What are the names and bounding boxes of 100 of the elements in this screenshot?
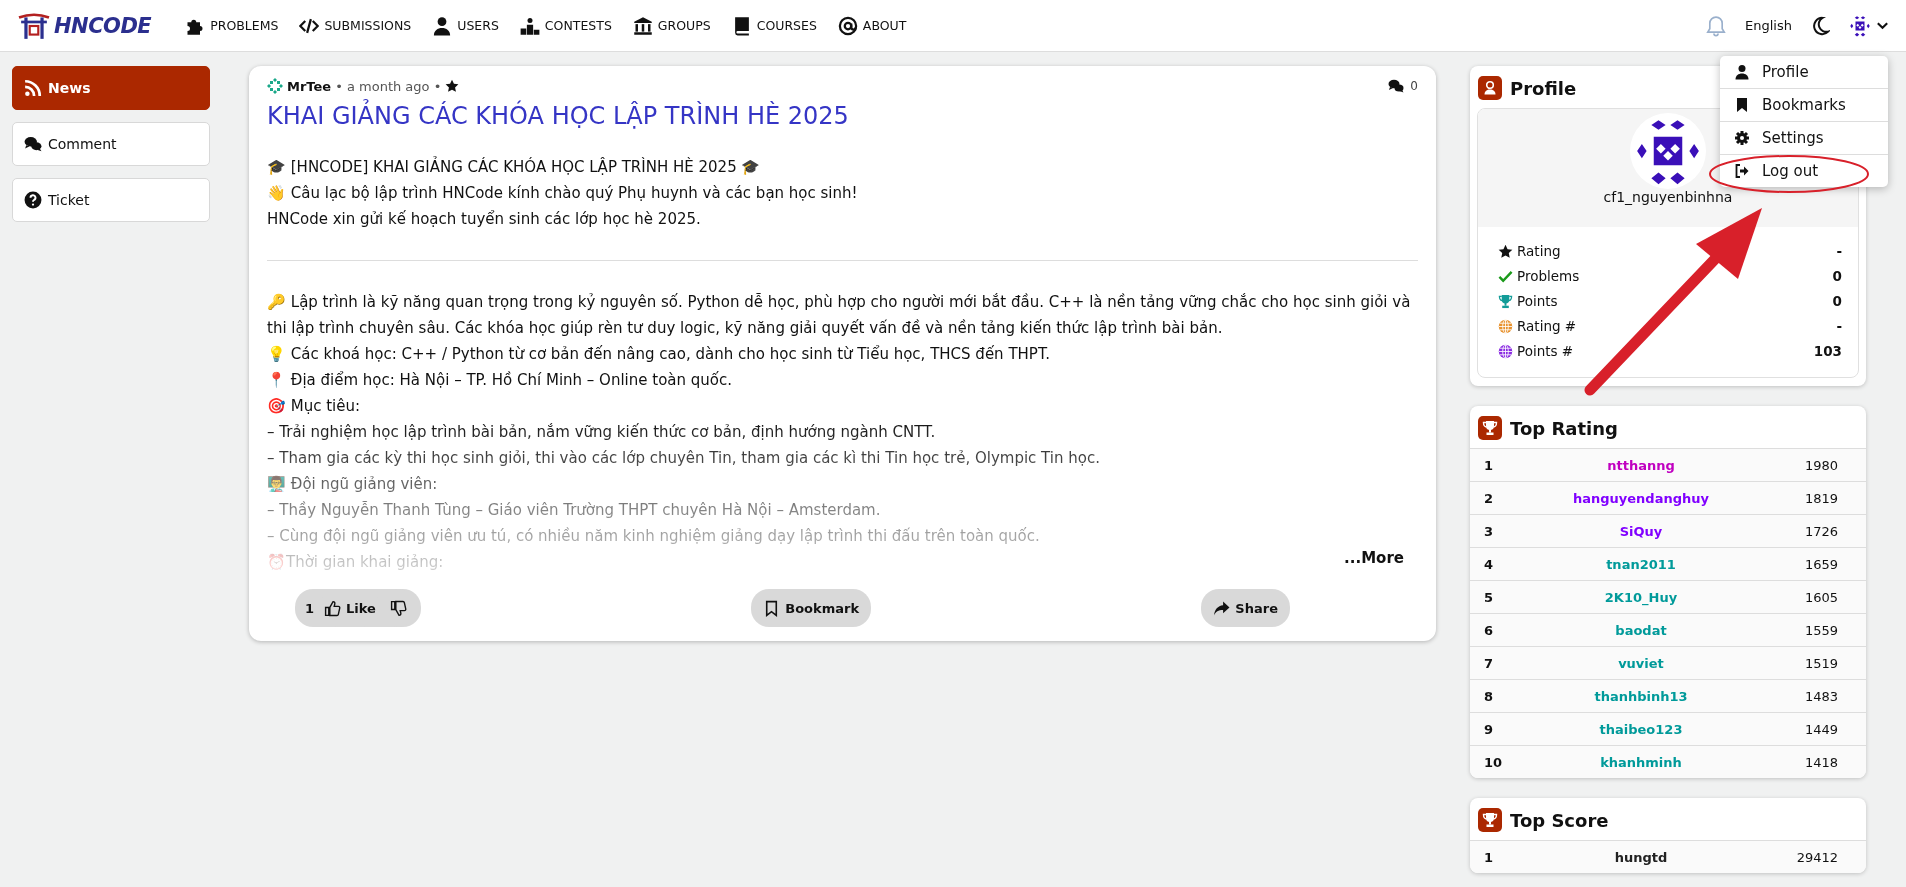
score-cell: 1659 — [1757, 547, 1866, 581]
card-title: Profile — [1510, 77, 1577, 99]
post-text: – Cùng đội ngũ giảng viên ưu tú, có nhiều năm kinh nghiệm giảng dạy lập trình thi đấu trên toàn quốc. — [267, 526, 1040, 547]
post-text: – Thầy Nguyễn Thanh Tùng – Giáo viên Trường THPT chuyên Hà Nội – Amsterdam. — [267, 500, 881, 521]
nav-link[interactable]: GROUPS — [632, 15, 711, 36]
rank-cell: 6 — [1470, 613, 1525, 647]
stat-label: Problems — [1517, 268, 1580, 284]
comment-count: 0 — [1410, 79, 1418, 93]
rank-cell: 2 — [1470, 481, 1525, 515]
share-icon — [1213, 599, 1231, 617]
comments-icon — [24, 135, 42, 153]
menu-item[interactable]: Settings — [1720, 121, 1888, 154]
nav-link[interactable]: ABOUT — [837, 15, 907, 36]
user-icon — [1482, 80, 1498, 96]
thumbs-up-icon — [324, 599, 342, 617]
author-name[interactable]: MrTee — [287, 78, 332, 94]
brand-name[interactable]: HNCODE — [54, 13, 152, 38]
at-icon — [837, 15, 858, 36]
sidebar-tab[interactable]: News — [12, 66, 210, 110]
like-count: 1 — [305, 600, 315, 616]
post-text: – Trải nghiệm học lập trình bài bản, nắm vững kiến thức cơ bản, định hướng ngành CNTT. — [267, 422, 936, 443]
stat-label: Points — [1517, 293, 1558, 309]
post-time: • a month ago • — [335, 78, 442, 94]
moon-icon — [1810, 15, 1830, 36]
stat-value: 0 — [1832, 293, 1842, 309]
score-cell: 29412 — [1757, 840, 1866, 873]
score-cell: 1449 — [1757, 712, 1866, 746]
user-icon — [432, 15, 453, 36]
post-text: 👨‍🏫 Đội ngũ giảng viên: — [267, 474, 438, 495]
logout-icon — [1734, 163, 1750, 179]
language-selector[interactable]: English — [1745, 18, 1792, 33]
author-avatar-icon — [267, 78, 283, 94]
gate-logo-icon — [16, 10, 52, 41]
star-icon — [1498, 243, 1513, 259]
menu-item[interactable]: Profile — [1720, 56, 1888, 88]
post-text: 👋 Câu lạc bộ lập trình HNCode kính chào quý Phụ huynh và các bạn học sinh! — [267, 183, 858, 204]
rank-cell: 10 — [1470, 745, 1525, 778]
username[interactable]: cf1_nguyenbinhna — [1603, 189, 1733, 205]
stat-value: 0 — [1832, 268, 1842, 284]
post-text: 🎓 [HNCODE] KHAI GIẢNG CÁC KHÓA HỌC LẬP TRÌNH HÈ 2025 🎓 — [267, 155, 761, 178]
score-cell: 1483 — [1757, 679, 1866, 713]
sidebar-tab[interactable]: Comment — [12, 122, 210, 166]
star-icon — [445, 79, 460, 93]
rss-icon — [24, 79, 42, 97]
stat-label: Rating # — [1517, 318, 1577, 334]
card-title: Top Score — [1510, 809, 1609, 831]
bookmark-icon — [1734, 97, 1750, 113]
rank-cell: 4 — [1470, 547, 1525, 581]
rank-cell: 1 — [1470, 448, 1525, 482]
more-link[interactable]: ...More — [1344, 549, 1404, 567]
podium-icon — [519, 15, 540, 36]
nav-link[interactable]: COURSES — [731, 15, 817, 36]
sidebar-tab[interactable]: Ticket — [12, 178, 210, 222]
stat-value: - — [1836, 318, 1842, 334]
score-cell: 1559 — [1757, 613, 1866, 647]
stat-value: - — [1836, 243, 1842, 259]
gear-icon — [1734, 130, 1750, 146]
menu-item[interactable]: Log out — [1720, 154, 1888, 187]
user-icon — [1734, 64, 1750, 80]
menu-item[interactable]: Bookmarks — [1720, 88, 1888, 121]
trophy-icon — [1482, 420, 1498, 436]
globe-icon — [1498, 318, 1513, 334]
user-link[interactable]: hungtd — [1614, 849, 1668, 865]
rank-cell: 1 — [1470, 840, 1525, 873]
rank-cell: 7 — [1470, 646, 1525, 680]
identicon-icon — [1630, 113, 1706, 189]
bank-icon — [632, 15, 653, 36]
trophy-icon — [1482, 812, 1498, 828]
user-link[interactable]: ntthanng — [1607, 457, 1675, 473]
share-button[interactable]: Share — [1201, 589, 1290, 627]
card-title: Top Rating — [1510, 417, 1618, 439]
bookmark-button[interactable]: Bookmark — [751, 589, 872, 627]
rank-cell: 9 — [1470, 712, 1525, 746]
stat-label: Points # — [1517, 343, 1574, 359]
score-cell: 1605 — [1757, 580, 1866, 614]
nav-link[interactable]: PROBLEMS — [185, 15, 279, 36]
check-icon — [1498, 268, 1513, 284]
stat-label: Rating — [1517, 243, 1561, 259]
question-icon — [24, 191, 42, 209]
post-text: 💡 Các khoá học: C++ / Python từ cơ bản đến nâng cao, dành cho học sinh từ Tiểu học, THCS đến THPT. — [267, 344, 1051, 365]
post-text: – Tham gia các kỳ thi học sinh giỏi, thi vào các lớp chuyên Tin, tham gia các kì thi Tin học trẻ, Olympic Tin học. — [267, 448, 1100, 469]
post-text: 🔑 Lập trình là kỹ năng quan trọng trong kỷ nguyên số. Python dễ học, phù hợp cho người mới bắt đầu. C++ là nền tảng vững chắc cho học sinh giỏi và thi lập trình chuyên sâu. Các khóa học giúp rèn tư duy logic, kỹ năng giải quyết vấn đề và nền tảng kiến thức lập trình bài bản. — [267, 292, 1412, 339]
trophy-icon — [1498, 293, 1513, 309]
rank-cell: 5 — [1470, 580, 1525, 614]
score-cell: 1819 — [1757, 481, 1866, 515]
globe-icon — [1498, 343, 1513, 359]
thumbs-down-icon — [389, 599, 407, 617]
score-cell: 1418 — [1757, 745, 1866, 778]
nav-link[interactable]: USERS — [432, 15, 499, 36]
score-cell: 1519 — [1757, 646, 1866, 680]
score-cell: 1980 — [1757, 448, 1866, 482]
user-link[interactable]: SiQuy — [1619, 523, 1663, 539]
post-text: HNCode xin gửi kế hoạch tuyển sinh các lớp học hè 2025. — [267, 209, 701, 230]
post-text: 📍 Địa điểm học: Hà Nội – TP. Hồ Chí Minh – Online toàn quốc. — [267, 370, 732, 391]
post-text: 🎯 Mục tiêu: — [267, 396, 361, 417]
score-cell: 1726 — [1757, 514, 1866, 548]
rank-cell: 3 — [1470, 514, 1525, 548]
nav-link[interactable]: CONTESTS — [519, 15, 612, 36]
rank-cell: 8 — [1470, 679, 1525, 713]
nav-link[interactable]: SUBMISSIONS — [299, 15, 412, 36]
